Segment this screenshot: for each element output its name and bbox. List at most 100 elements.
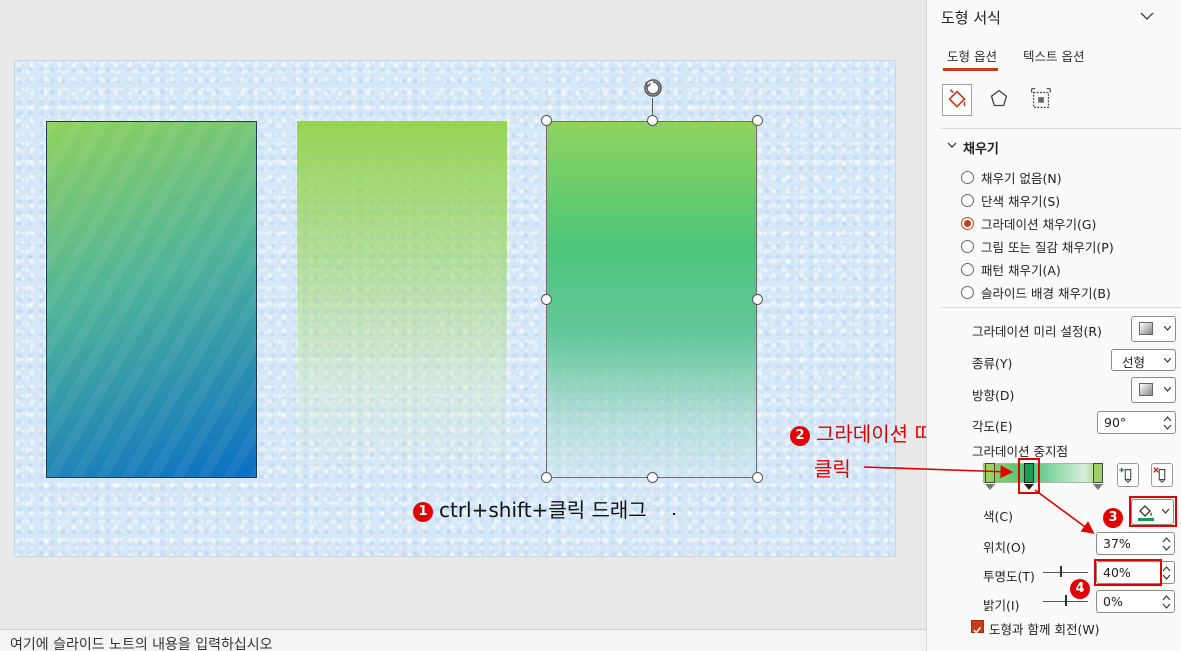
resize-handle-br[interactable] bbox=[752, 472, 763, 483]
tab-text-options[interactable]: 텍스트 옵션 bbox=[1023, 46, 1084, 65]
fill-section-title[interactable]: 채우기 bbox=[963, 138, 999, 157]
resize-handle-tc[interactable] bbox=[647, 115, 658, 126]
radio-button[interactable] bbox=[961, 170, 974, 184]
spinner-arrows-icon[interactable] bbox=[1162, 593, 1171, 611]
gradient-stop-3[interactable] bbox=[1093, 463, 1103, 483]
active-tab-indicator bbox=[943, 68, 998, 71]
highlight-color-button bbox=[1129, 496, 1177, 527]
checkmark-icon bbox=[973, 627, 982, 634]
rotate-with-shape-checkbox[interactable] bbox=[971, 620, 984, 634]
rotate-handle-icon[interactable] bbox=[640, 75, 666, 101]
color-label: 색(C) bbox=[983, 509, 1013, 524]
add-gradient-stop-button[interactable] bbox=[1117, 463, 1139, 487]
gradient-stops-bar[interactable] bbox=[983, 463, 1103, 483]
gradient-stop-1-tip bbox=[985, 484, 995, 490]
position-label: 위치(O) bbox=[983, 540, 1026, 555]
direction-dropdown[interactable] bbox=[1131, 377, 1176, 403]
brightness-slider-knob[interactable] bbox=[1065, 595, 1067, 606]
angle-spinner[interactable]: 90° bbox=[1097, 411, 1176, 434]
section-divider bbox=[941, 307, 1181, 308]
resize-handle-tl[interactable] bbox=[541, 115, 552, 126]
brightness-value: 0% bbox=[1103, 594, 1123, 609]
preset-gradients-dropdown[interactable] bbox=[1131, 316, 1176, 342]
fill-line-tab[interactable] bbox=[942, 84, 972, 116]
highlight-transparency bbox=[1094, 559, 1162, 586]
remove-gradient-stop-button[interactable] bbox=[1151, 463, 1173, 487]
annotation-step2: 2 그라데이션 띠 bbox=[790, 418, 933, 447]
radio-label: 그림 또는 질감 채우기(P) bbox=[981, 239, 1114, 255]
direction-swatch bbox=[1139, 383, 1153, 396]
gradient-shape-fade[interactable] bbox=[297, 121, 507, 478]
pane-title: 도형 서식 bbox=[941, 9, 1001, 27]
notes-pane[interactable]: 여기에 슬라이드 노트의 내용을 입력하십시오 bbox=[0, 629, 926, 651]
annotation-dot bbox=[673, 513, 675, 515]
gradient-stop-1[interactable] bbox=[985, 463, 995, 483]
size-position-icon bbox=[1031, 88, 1051, 109]
step3-number: 3 bbox=[1103, 508, 1123, 528]
radio-button[interactable] bbox=[961, 262, 974, 276]
paint-bucket-icon bbox=[948, 89, 966, 108]
slide-editing-area: 1 ctrl+shift+클릭 드래그 2 그라데이션 띠 클릭 bbox=[0, 0, 933, 630]
spinner-arrows-icon[interactable] bbox=[1163, 414, 1172, 432]
resize-handle-bc[interactable] bbox=[647, 472, 658, 483]
notes-placeholder: 여기에 슬라이드 노트의 내용을 입력하십시오 bbox=[10, 637, 273, 651]
step4-number: 4 bbox=[1070, 579, 1090, 599]
radio-background-fill[interactable]: 슬라이드 배경 채우기(B) bbox=[961, 283, 1111, 301]
step2-text-line2: 클릭 bbox=[814, 457, 851, 481]
chevron-down-icon[interactable] bbox=[1139, 8, 1155, 24]
radio-picture-fill[interactable]: 그림 또는 질감 채우기(P) bbox=[961, 237, 1114, 255]
radio-pattern-fill[interactable]: 패턴 채우기(A) bbox=[961, 260, 1061, 278]
gradient-shape-blue[interactable] bbox=[46, 121, 257, 478]
radio-label: 슬라이드 배경 채우기(B) bbox=[981, 285, 1111, 301]
annotation-step1: 1 ctrl+shift+클릭 드래그 bbox=[413, 494, 647, 523]
annotation-step3: 3 bbox=[1103, 504, 1129, 528]
radio-label: 단색 채우기(S) bbox=[981, 193, 1061, 209]
angle-label: 각도(E) bbox=[972, 419, 1013, 434]
position-spinner[interactable]: 37% bbox=[1096, 532, 1175, 555]
resize-handle-mr[interactable] bbox=[752, 294, 763, 305]
transparency-slider[interactable] bbox=[1043, 572, 1088, 573]
section-divider bbox=[941, 128, 1181, 129]
brightness-spinner[interactable]: 0% bbox=[1096, 590, 1175, 613]
step2-number: 2 bbox=[790, 426, 810, 446]
resize-handle-bl[interactable] bbox=[541, 472, 552, 483]
step2-text-line1: 그라데이션 띠 bbox=[816, 422, 933, 446]
gradient-shape-selected[interactable] bbox=[546, 121, 757, 478]
annotation-step4: 4 bbox=[1070, 575, 1096, 599]
radio-label: 채우기 없음(N) bbox=[981, 170, 1062, 186]
highlight-selected-stop bbox=[1018, 458, 1040, 494]
radio-no-fill[interactable]: 채우기 없음(N) bbox=[961, 168, 1062, 186]
position-value: 37% bbox=[1103, 536, 1131, 551]
radio-button[interactable] bbox=[961, 239, 974, 253]
tab-shape-options[interactable]: 도형 옵션 bbox=[947, 46, 997, 65]
type-label: 종류(Y) bbox=[972, 356, 1013, 371]
radio-gradient-fill[interactable]: 그라데이션 채우기(G) bbox=[961, 214, 1096, 232]
spinner-arrows-icon[interactable] bbox=[1162, 535, 1171, 553]
resize-handle-tr[interactable] bbox=[752, 115, 763, 126]
rotate-with-shape-label: 도형과 함께 회전(W) bbox=[989, 622, 1100, 637]
radio-solid-fill[interactable]: 단색 채우기(S) bbox=[961, 191, 1060, 209]
add-stop-icon bbox=[1119, 467, 1132, 484]
type-value: 선형 bbox=[1122, 355, 1146, 370]
chevron-down-icon bbox=[1164, 358, 1171, 363]
gradient-preset-swatch bbox=[1139, 322, 1153, 335]
pentagon-icon bbox=[990, 89, 1008, 107]
radio-button-selected[interactable] bbox=[961, 216, 974, 230]
size-properties-tab[interactable] bbox=[1027, 84, 1057, 116]
radio-button[interactable] bbox=[961, 285, 974, 299]
direction-label: 방향(D) bbox=[972, 388, 1015, 403]
radio-button[interactable] bbox=[961, 193, 974, 207]
radio-label: 그라데이션 채우기(G) bbox=[981, 216, 1097, 232]
type-dropdown[interactable]: 선형 bbox=[1111, 349, 1176, 371]
transparency-slider-knob[interactable] bbox=[1060, 566, 1062, 577]
resize-handle-ml[interactable] bbox=[541, 294, 552, 305]
effects-tab[interactable] bbox=[985, 84, 1015, 116]
gradient-stop-3-tip bbox=[1093, 484, 1103, 490]
radio-label: 패턴 채우기(A) bbox=[981, 262, 1061, 278]
remove-stop-icon bbox=[1153, 467, 1166, 484]
chevron-down-icon bbox=[1164, 326, 1171, 331]
step1-text: ctrl+shift+클릭 드래그 bbox=[439, 498, 647, 522]
chevron-down-icon[interactable] bbox=[947, 141, 957, 149]
step1-number: 1 bbox=[413, 502, 433, 522]
spinner-arrows-icon[interactable] bbox=[1162, 564, 1171, 582]
